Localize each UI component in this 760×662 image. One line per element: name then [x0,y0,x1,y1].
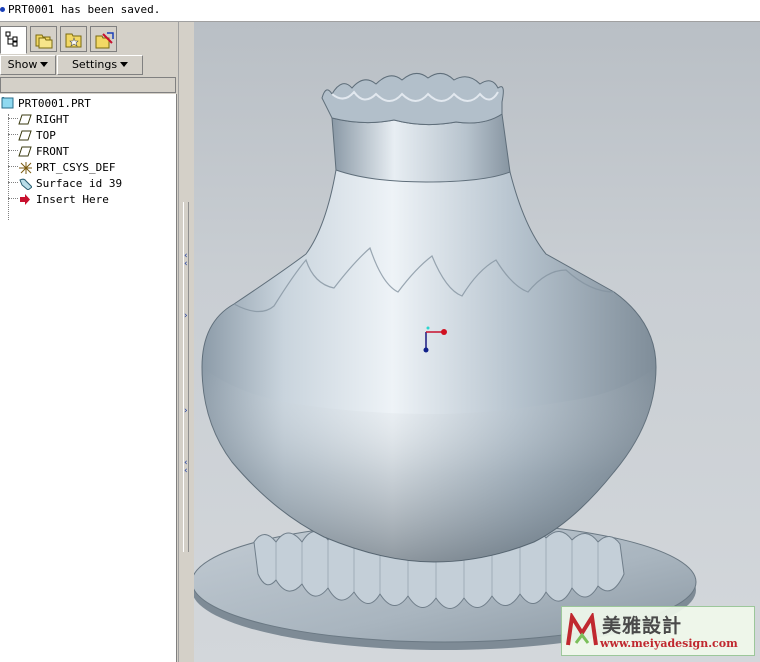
graphics-window[interactable] [194,22,760,662]
tree-connector [8,182,18,183]
watermark-url: www.meiyadesign.com [600,637,738,650]
favorites-icon [65,33,82,48]
watermark-title: 美雅設計 [602,615,683,637]
dropdown-arrow-icon [40,62,49,67]
tree-connector [8,150,18,151]
watermark-logo-icon [566,613,598,646]
x-axis-marker [441,329,447,335]
tree-item-csys[interactable]: PRT_CSYS_DEF [18,160,138,175]
tab-model-tree[interactable] [0,26,27,54]
vase-model [194,73,697,650]
show-button-label: Show [7,58,38,71]
message-bullet-icon [0,7,5,12]
dropdown-arrow-icon [120,62,129,67]
tree-item-label: TOP [36,129,56,142]
surface-icon [19,178,32,190]
navigator-panel: Show Settings PRT0001.PRT RIGHT TOP FRON… [0,22,180,662]
message-text: PRT0001 has been saved. [8,3,161,16]
tree-connector [8,166,18,167]
tab-connections[interactable] [90,26,117,52]
tree-column-header [0,77,176,93]
collapse-left-icon[interactable]: ‹ ‹ [184,252,188,269]
tree-item-right[interactable]: RIGHT [18,112,118,127]
settings-menu-button[interactable]: Settings [57,55,143,75]
datum-plane-icon [18,114,32,125]
model-tree: PRT0001.PRT RIGHT TOP FRONT PRT_CSYS_DEF [0,94,177,662]
tree-item-top[interactable]: TOP [18,128,118,143]
watermark: 美雅設計 www.meiyadesign.com [561,606,755,656]
tree-item-label: FRONT [36,145,70,158]
csys-icon [19,162,32,174]
collapse-left-icon[interactable]: ‹ ‹ [184,459,188,476]
datum-plane-icon [18,146,32,157]
tree-connector [8,134,18,135]
tree-item-surface[interactable]: Surface id 39 [18,176,138,191]
insert-arrow-icon [20,194,30,205]
tab-favorites[interactable] [60,26,87,52]
tab-folder-browser[interactable] [30,26,57,52]
datum-plane-icon [18,130,32,141]
tree-item-front[interactable]: FRONT [18,144,118,159]
message-bar: PRT0001 has been saved. [0,0,760,22]
expand-right-icon[interactable]: › [184,312,188,321]
expand-right-icon[interactable]: › [184,407,188,416]
y-axis-marker [423,347,429,353]
tree-item-label: PRT0001.PRT [18,97,91,110]
tree-guide-line [8,114,9,220]
tree-item-label: Surface id 39 [36,177,123,190]
show-menu-button[interactable]: Show [0,55,56,75]
panel-sash[interactable]: ‹ ‹ › › ‹ ‹ [178,22,194,662]
model-tree-icon [5,31,18,47]
tree-item-insert-here[interactable]: Insert Here [18,192,138,207]
folder-browser-icon [35,34,53,49]
tree-item-root-part[interactable]: PRT0001.PRT [0,96,120,111]
tree-item-label: RIGHT [36,113,70,126]
tree-connector [8,118,18,119]
z-axis-marker [426,326,430,330]
settings-button-label: Settings [71,58,118,71]
tree-item-label: Insert Here [36,193,109,206]
part-icon [1,97,14,109]
tree-item-label: PRT_CSYS_DEF [36,161,116,174]
tree-connector [8,198,18,199]
vase-lip [321,73,504,126]
connections-icon [95,32,114,49]
